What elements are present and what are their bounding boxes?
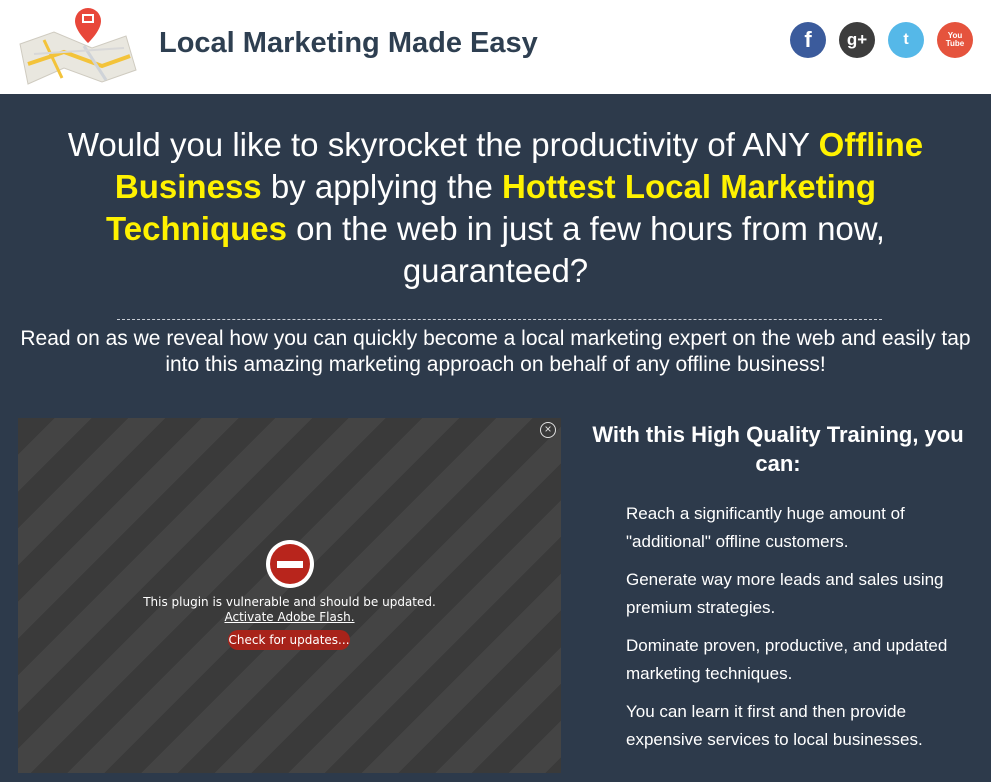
- google-plus-icon[interactable]: g+: [839, 22, 875, 58]
- plugin-message: This plugin is vulnerable and should be …: [143, 595, 436, 609]
- list-item: Reach a significantly huge amount of "ad…: [626, 504, 905, 551]
- benefits-title: With this High Quality Training, you can…: [592, 422, 964, 476]
- activate-flash-link[interactable]: Activate Adobe Flash.: [18, 610, 561, 624]
- close-icon[interactable]: ×: [540, 422, 556, 438]
- social-links: f g+ t You Tube: [790, 22, 973, 58]
- headline: Would you like to skyrocket the producti…: [67, 126, 924, 289]
- list-item: Generate way more leads and sales using …: [626, 570, 944, 617]
- site-header: Local Marketing Made Easy f g+ t You Tube: [0, 0, 991, 94]
- map-pin-logo: [19, 8, 137, 85]
- subheadline: Read on as we reveal how you can quickly…: [20, 327, 971, 376]
- list-item: Dominate proven, productive, and updated…: [626, 636, 948, 683]
- facebook-icon[interactable]: f: [790, 22, 826, 58]
- blocked-icon: [266, 540, 314, 588]
- youtube-icon[interactable]: You Tube: [937, 22, 973, 58]
- site-title: Local Marketing Made Easy: [159, 27, 538, 59]
- blocked-plugin-frame: × This plugin is vulnerable and should b…: [18, 418, 561, 773]
- check-updates-button[interactable]: Check for updates...: [228, 630, 350, 650]
- twitter-icon[interactable]: t: [888, 22, 924, 58]
- list-item: You can learn it first and then provide …: [626, 702, 923, 749]
- benefits-list: Reach a significantly huge amount of "ad…: [626, 500, 986, 764]
- divider: [117, 319, 882, 320]
